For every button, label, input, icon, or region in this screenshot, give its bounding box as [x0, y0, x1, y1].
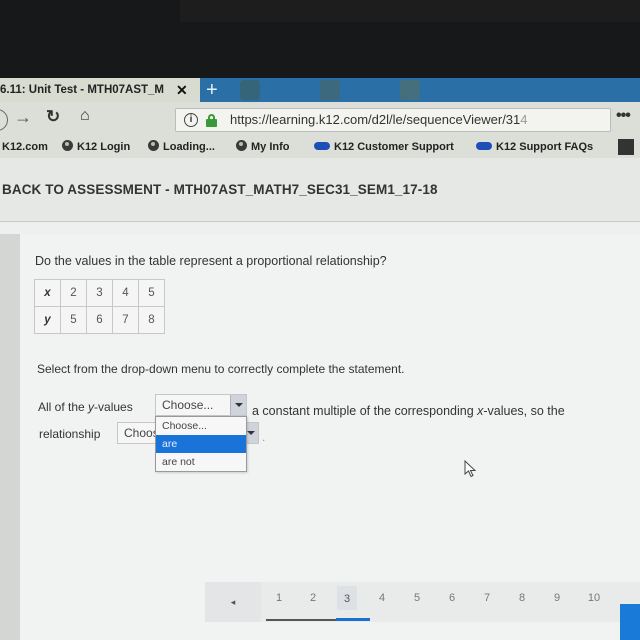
screen: 6.11: Unit Test - MTH07AST_M ✕ + → ↻ ⌂ i…: [0, 0, 640, 640]
text: All of the: [38, 400, 89, 414]
back-to-assessment-link[interactable]: BACK TO ASSESSMENT - MTH07AST_MATH7_SEC3…: [2, 182, 438, 197]
bookmark-k12-com[interactable]: K12.com: [2, 136, 48, 158]
desktop-blur: [240, 80, 260, 100]
breadcrumb-bar: BACK TO ASSESSMENT - MTH07AST_MATH7_SEC3…: [0, 158, 640, 222]
new-tab-button[interactable]: +: [206, 78, 218, 102]
table-cell: 6: [86, 306, 113, 334]
table-cell: 8: [138, 306, 165, 334]
table-cell: 3: [86, 279, 113, 307]
globe-icon: [62, 140, 73, 151]
globe-icon: [148, 140, 159, 151]
statement-part1: All of the y-values: [38, 400, 133, 414]
current-page-indicator: [336, 618, 370, 621]
statement-part2: a constant multiple of the corresponding…: [252, 404, 565, 418]
row-header: x: [34, 279, 61, 307]
info-icon[interactable]: i: [184, 113, 198, 127]
dropdown-option-highlighted[interactable]: are: [156, 435, 246, 453]
desktop-blur: [320, 80, 340, 100]
url-text[interactable]: https://learning.k12.com/d2l/le/sequence…: [230, 109, 528, 131]
page-button[interactable]: 5: [407, 592, 427, 604]
text: -values, so the: [483, 404, 565, 418]
dropdown-option[interactable]: Choose...: [156, 417, 246, 435]
close-icon[interactable]: ✕: [176, 78, 188, 102]
table-row: x 2 3 4 5: [34, 279, 165, 307]
answer-select-1[interactable]: Choose...: [155, 394, 247, 416]
period: .: [262, 430, 266, 444]
page-button[interactable]: 8: [512, 592, 532, 604]
more-icon[interactable]: •••: [616, 107, 631, 125]
chevron-down-icon[interactable]: [230, 395, 246, 415]
bookmark-customer-support[interactable]: K12 Customer Support: [314, 136, 454, 158]
text: -values: [94, 400, 133, 414]
table-row: y 5 6 7 8: [34, 306, 165, 334]
tab-strip: 6.11: Unit Test - MTH07AST_M ✕ +: [0, 78, 640, 102]
bookmark-label: K12 Login: [77, 141, 131, 153]
page-button[interactable]: 4: [372, 592, 392, 604]
dropdown-menu: Choose... are are not: [155, 416, 247, 472]
page-button[interactable]: 1: [269, 592, 289, 604]
bookmark-my-info[interactable]: My Info: [236, 136, 290, 158]
question-text: Do the values in the table represent a p…: [35, 254, 387, 268]
url-faded: 4: [520, 112, 528, 127]
forward-icon[interactable]: →: [14, 107, 32, 128]
overflow-icon[interactable]: [618, 139, 634, 155]
page-button[interactable]: 6: [442, 592, 462, 604]
tab-title: 6.11: Unit Test - MTH07AST_M: [0, 84, 165, 96]
mouse-cursor-icon: [464, 460, 477, 478]
page-button-current[interactable]: 3: [337, 586, 357, 610]
row-header: y: [34, 306, 61, 334]
page-button[interactable]: 9: [547, 592, 567, 604]
select-value: Choose...: [162, 398, 214, 412]
page-button[interactable]: 10: [582, 592, 606, 604]
dropdown-option[interactable]: are not: [156, 453, 246, 471]
question-panel: Do the values in the table represent a p…: [20, 234, 640, 640]
url-main: https://learning.k12.com/d2l/le/sequence…: [230, 112, 521, 127]
globe-icon: [236, 140, 247, 151]
cloud-icon: [314, 142, 330, 150]
bookmark-support-faqs[interactable]: K12 Support FAQs: [476, 136, 593, 158]
bookmark-label: Loading...: [163, 141, 215, 153]
table-cell: 5: [60, 306, 87, 334]
monitor-bezel: [0, 0, 640, 78]
table-cell: 2: [60, 279, 87, 307]
next-page-button[interactable]: [620, 604, 640, 640]
values-table: x 2 3 4 5 y 5 6 7 8: [34, 279, 165, 334]
cloud-icon: [476, 142, 492, 150]
bookmark-label: My Info: [251, 141, 290, 153]
bookmarks-bar: K12.com K12 Login Loading... My Info K12…: [0, 136, 640, 158]
bookmark-label: K12.com: [2, 141, 48, 153]
bezel-shadow: [180, 0, 640, 22]
url-bar[interactable]: i https://learning.k12.com/d2l/le/sequen…: [175, 108, 611, 132]
page-button[interactable]: 2: [303, 592, 323, 604]
back-button[interactable]: [0, 109, 8, 131]
bookmark-label: K12 Support FAQs: [496, 141, 594, 153]
nav-bar: → ↻ ⌂ i https://learning.k12.com/d2l/le/…: [0, 102, 640, 136]
table-cell: 5: [138, 279, 165, 307]
previous-page-button[interactable]: ◂: [205, 582, 261, 622]
home-icon[interactable]: ⌂: [80, 107, 90, 125]
left-panel: [0, 234, 20, 640]
text: a constant multiple of the corresponding: [252, 404, 478, 418]
page-button[interactable]: 7: [477, 592, 497, 604]
tab-unit-test[interactable]: 6.11: Unit Test - MTH07AST_M ✕: [0, 78, 200, 102]
desktop-blur: [400, 80, 420, 100]
table-cell: 4: [112, 279, 139, 307]
statement-part3: relationship: [39, 427, 101, 441]
reload-icon[interactable]: ↻: [46, 107, 60, 127]
table-cell: 7: [112, 306, 139, 334]
instruction-text: Select from the drop-down menu to correc…: [37, 362, 405, 376]
lock-icon: [206, 114, 217, 127]
question-pager: ◂ 1 2 3 4 5 6 7 8 9 10: [205, 582, 640, 622]
page: BACK TO ASSESSMENT - MTH07AST_MATH7_SEC3…: [0, 158, 640, 640]
bookmark-label: K12 Customer Support: [334, 141, 454, 153]
bookmark-loading[interactable]: Loading...: [148, 136, 215, 158]
bookmark-k12-login[interactable]: K12 Login: [62, 136, 130, 158]
